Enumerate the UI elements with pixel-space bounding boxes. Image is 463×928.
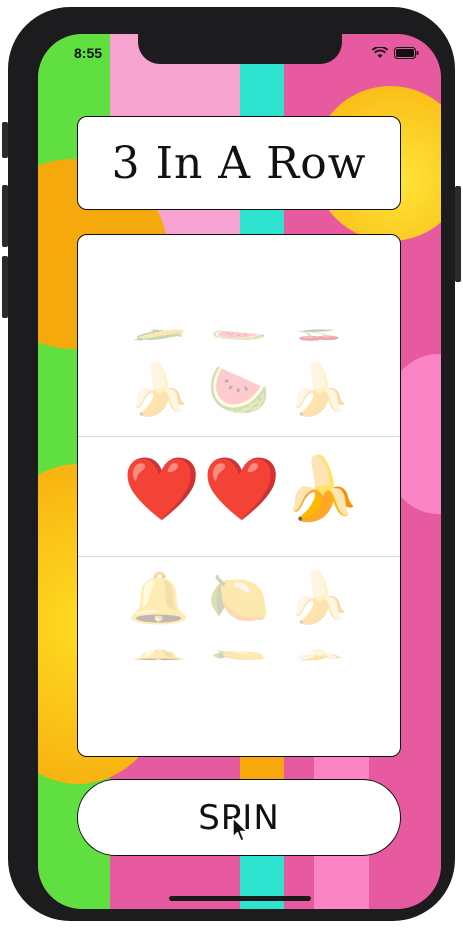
reel-symbol-heart: ❤️ bbox=[203, 452, 281, 525]
reel-symbol: 🍌 bbox=[290, 649, 348, 661]
mouse-cursor-icon bbox=[232, 817, 248, 842]
reel-symbol-heart: ❤️ bbox=[123, 452, 201, 525]
payline-top bbox=[78, 436, 400, 437]
reel-symbol: 🍉 bbox=[207, 361, 271, 419]
wifi-icon bbox=[372, 47, 388, 58]
reel-symbol: 🍉 bbox=[210, 329, 268, 341]
reel-row-middle: ❤️ ❤️ 🍌 bbox=[78, 458, 400, 520]
slot-reels: 🌽 🍉 🍒 🍌 🍉 🍌 ❤️ ❤️ 🍌 🔔 🍋 🍌 🔔 🍋 🍌 bbox=[77, 234, 401, 757]
reel-row-above-squashed: 🌽 🍉 🍒 bbox=[78, 325, 400, 345]
reel-row-below: 🔔 🍋 🍌 bbox=[78, 573, 400, 623]
home-indicator bbox=[169, 896, 311, 901]
reel-symbol: 🔔 bbox=[127, 569, 191, 627]
reel-symbol: 🔔 bbox=[130, 649, 188, 661]
reel-symbol-banana: 🍌 bbox=[283, 452, 361, 525]
reel-row-above: 🍌 🍉 🍌 bbox=[78, 365, 400, 415]
status-time: 8:55 bbox=[74, 45, 103, 61]
reel-row-below-squashed: 🔔 🍋 🍌 bbox=[78, 645, 400, 665]
reel-symbol: 🍋 bbox=[210, 649, 268, 661]
reel-symbol: 🌽 bbox=[130, 329, 188, 341]
device-frame: 8:55 3 In A Row 🌽 🍉 🍒 🍌 🍉 🍌 ❤️ ❤️ 🍌 🔔 🍋 … bbox=[8, 7, 455, 921]
app-screen: 8:55 3 In A Row 🌽 🍉 🍒 🍌 🍉 🍌 ❤️ ❤️ 🍌 🔔 🍋 … bbox=[38, 34, 441, 909]
payline-bottom bbox=[78, 556, 400, 557]
title-card: 3 In A Row bbox=[77, 116, 401, 210]
reel-symbol: 🍌 bbox=[287, 569, 351, 627]
notch bbox=[138, 34, 342, 64]
reel-symbol: 🍌 bbox=[287, 361, 351, 419]
power-button bbox=[455, 186, 461, 282]
reel-symbol: 🍌 bbox=[127, 361, 191, 419]
battery-icon bbox=[394, 47, 419, 59]
reel-symbol: 🍒 bbox=[290, 329, 348, 341]
game-title: 3 In A Row bbox=[111, 137, 367, 189]
reel-symbol: 🍋 bbox=[207, 569, 271, 627]
status-icons bbox=[372, 47, 419, 59]
